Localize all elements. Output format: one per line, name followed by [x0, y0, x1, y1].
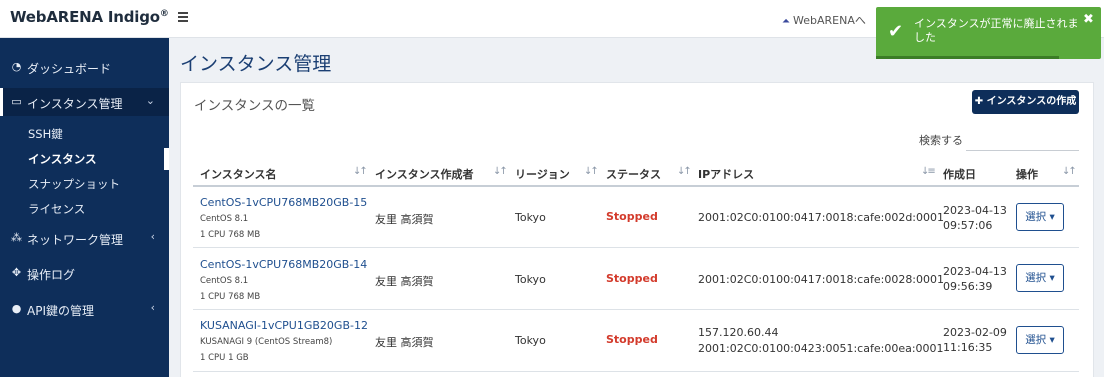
column-header-created-date[interactable]: 作成日	[943, 166, 976, 182]
ip-address-v6: 2001:02C0:0100:0423:0051:cafe:00ea:0001	[698, 342, 944, 355]
action-select-button[interactable]: 選択 ▾	[1016, 264, 1064, 292]
sidebar-item-network-management[interactable]: ⁂ ネットワーク管理 ‹	[0, 224, 169, 252]
close-icon[interactable]: ✖	[1083, 12, 1094, 27]
created-time: 09:57:06	[943, 219, 993, 232]
ip-address: 2001:02C0:0100:0417:0018:cafe:0028:0001	[698, 273, 945, 286]
card-title: インスタンスの一覧	[194, 98, 315, 114]
column-header-creator[interactable]: インスタンス作成者	[375, 166, 474, 182]
instance-creator: 友里 高須賀	[375, 213, 434, 226]
created-date: 2023-04-13	[943, 265, 1007, 278]
column-header-actions[interactable]: 操作	[1016, 166, 1038, 182]
webarena-link[interactable]: ⏶ WebARENAへ	[782, 12, 866, 28]
move-icon: ✥	[11, 266, 22, 279]
sidebar-subitem-license[interactable]: ライセンス	[28, 201, 85, 217]
sort-icon[interactable]: ↓↑	[353, 166, 368, 177]
ip-address: 2001:02C0:0100:0417:0018:cafe:002d:0001	[698, 211, 944, 224]
sort-icon[interactable]: ↓↑	[493, 166, 508, 177]
column-header-instance-name[interactable]: インスタンス名	[200, 166, 277, 182]
sidebar-scroll-indicator	[164, 148, 169, 170]
status-badge: Stopped	[606, 272, 658, 285]
action-select-button[interactable]: 選択 ▾	[1016, 326, 1064, 354]
column-header-status[interactable]: ステータス	[606, 166, 661, 182]
instance-os: CentOS 8.1	[200, 214, 249, 224]
sort-icon[interactable]: ↓↑	[1062, 166, 1077, 177]
status-badge: Stopped	[606, 333, 658, 346]
brand-logo[interactable]: WebARENA Indigo®	[10, 8, 169, 26]
sort-desc-icon[interactable]: ↓≡	[921, 166, 936, 177]
instance-region: Tokyo	[515, 211, 546, 224]
instance-region: Tokyo	[515, 273, 546, 286]
plus-icon: ✚	[974, 96, 987, 107]
ip-address-v4: 157.120.60.44	[698, 326, 779, 339]
created-date: 2023-04-13	[943, 204, 1007, 217]
instance-spec: 1 CPU 1 GB	[200, 353, 249, 363]
search-label: 検索する	[919, 134, 963, 147]
search-input[interactable]	[966, 150, 1079, 151]
sidebar: ◔ ダッシュボード ▭ インスタンス管理 ⌄ SSH鍵 インスタンス スナップシ…	[0, 38, 169, 377]
instance-os: CentOS 8.1	[200, 276, 249, 286]
network-icon: ⁂	[11, 231, 22, 244]
instance-spec: 1 CPU 768 MB	[200, 230, 261, 240]
instance-name-link[interactable]: CentOS-1vCPU768MB20GB-14	[200, 258, 367, 271]
created-date: 2023-02-09	[943, 326, 1007, 339]
instance-region: Tokyo	[515, 334, 546, 347]
instance-os: KUSANAGI 9 (CentOS Stream8)	[200, 337, 333, 347]
instance-name-link[interactable]: KUSANAGI-1vCPU1GB20GB-12	[200, 319, 368, 332]
sidebar-item-operation-log[interactable]: ✥ 操作ログ	[0, 259, 169, 287]
chevron-down-icon: ⌄	[145, 94, 155, 107]
created-time: 11:16:35	[943, 341, 993, 354]
sidebar-subitem-snapshot[interactable]: スナップショット	[28, 176, 120, 192]
toast-message: インスタンスが正常に廃止されました	[914, 17, 1079, 44]
sidebar-item-dashboard[interactable]: ◔ ダッシュボード	[0, 53, 169, 81]
sidebar-subitem-ssh-key[interactable]: SSH鍵	[28, 126, 63, 142]
toast-progress-bar	[876, 56, 1059, 59]
success-toast: ✔ インスタンスが正常に廃止されました ✖	[876, 7, 1101, 59]
sidebar-item-instance-management[interactable]: ▭ インスタンス管理 ⌄	[0, 88, 169, 116]
sidebar-subitem-instance[interactable]: インスタンス	[28, 151, 97, 167]
sort-icon[interactable]: ↓↑	[584, 166, 599, 177]
webarena-logo-icon: ⏶	[782, 16, 790, 27]
page-title: インスタンス管理	[180, 53, 332, 75]
instance-spec: 1 CPU 768 MB	[200, 292, 261, 302]
instance-name-link[interactable]: CentOS-1vCPU768MB20GB-15	[200, 196, 367, 209]
chevron-left-icon: ‹	[150, 230, 155, 243]
table-header-divider	[193, 185, 1079, 187]
caret-down-icon: ▾	[1049, 272, 1055, 284]
caret-down-icon: ▾	[1049, 211, 1055, 223]
status-badge: Stopped	[606, 210, 658, 223]
create-instance-button[interactable]: ✚ インスタンスの作成	[972, 90, 1079, 114]
check-icon: ✔	[888, 21, 904, 42]
action-select-button[interactable]: 選択 ▾	[1016, 203, 1064, 231]
column-header-region[interactable]: リージョン	[515, 166, 570, 182]
instance-creator: 友里 高須賀	[375, 336, 434, 349]
instance-creator: 友里 高須賀	[375, 275, 434, 288]
sidebar-item-api-key-management[interactable]: ● API鍵の管理 ‹	[0, 295, 169, 323]
row-divider	[193, 247, 1079, 248]
dashboard-icon: ◔	[11, 60, 22, 73]
user-icon: ●	[11, 302, 22, 315]
row-divider	[193, 371, 1079, 372]
menu-toggle-icon[interactable]	[178, 9, 192, 25]
column-header-ip-address[interactable]: IPアドレス	[698, 166, 754, 182]
created-time: 09:56:39	[943, 280, 993, 293]
caret-down-icon: ▾	[1049, 334, 1055, 346]
monitor-icon: ▭	[11, 95, 22, 108]
chevron-left-icon: ‹	[150, 301, 155, 314]
row-divider	[193, 309, 1079, 310]
sort-icon[interactable]: ↓↑	[677, 166, 692, 177]
